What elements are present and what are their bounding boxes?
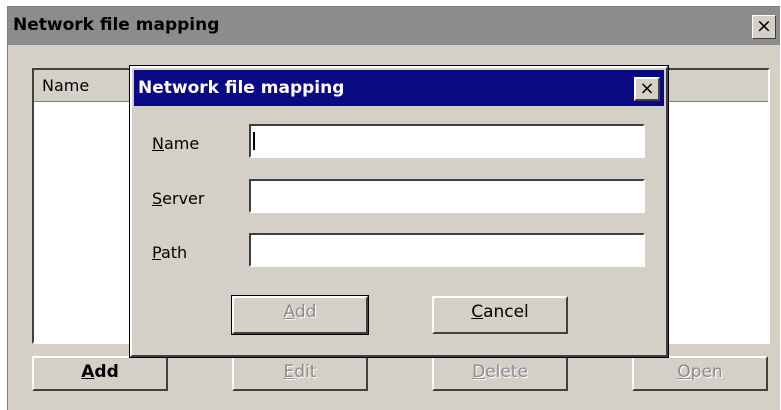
- name-label: Name: [152, 134, 200, 153]
- text-caret: [253, 132, 255, 150]
- close-icon: ×: [639, 78, 655, 99]
- main-close-button[interactable]: ×: [752, 15, 776, 39]
- name-input[interactable]: [249, 124, 645, 158]
- server-input[interactable]: [249, 179, 645, 213]
- close-icon: ×: [756, 15, 772, 37]
- main-edit-button[interactable]: Edit: [232, 356, 368, 391]
- dialog-cancel-button[interactable]: Cancel: [432, 296, 568, 334]
- main-delete-button[interactable]: Delete: [432, 356, 568, 391]
- main-titlebar: Network file mapping ×: [8, 7, 780, 45]
- mapping-dialog: Network file mapping × Name Server Path …: [129, 65, 669, 358]
- main-open-button[interactable]: Open: [632, 356, 768, 391]
- server-label: Server: [152, 189, 205, 208]
- dialog-title: Network file mapping: [138, 78, 345, 98]
- path-label: Path: [152, 243, 188, 262]
- dialog-close-button[interactable]: ×: [634, 77, 660, 101]
- dialog-titlebar: Network file mapping ×: [134, 70, 664, 106]
- dialog-add-button[interactable]: Add: [231, 295, 369, 335]
- path-input[interactable]: [249, 233, 645, 267]
- column-header-name[interactable]: Name: [42, 76, 89, 95]
- main-add-button[interactable]: Add: [32, 356, 168, 391]
- main-window-title: Network file mapping: [13, 15, 220, 35]
